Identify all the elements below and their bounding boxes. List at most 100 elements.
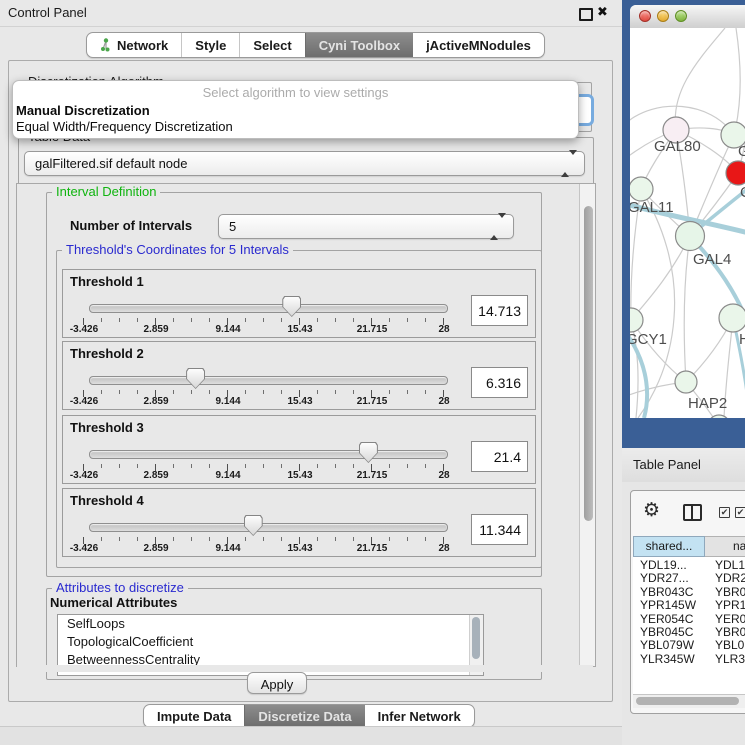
cell-name: YDL1 (715, 558, 745, 572)
network-node-label: GAL11 (630, 199, 674, 216)
tab-discretize-data[interactable]: Discretize Data (244, 705, 364, 727)
network-window-titlebar (630, 5, 745, 29)
tick-label: 9.144 (200, 324, 256, 335)
table-row[interactable]: YBR045C YBR0 (633, 625, 745, 638)
table-hscrollbar-thumb[interactable] (636, 697, 739, 705)
tab-label: jActiveMNodules (426, 38, 531, 53)
cell-shared-name: YLR345W (640, 652, 695, 666)
network-node[interactable] (719, 304, 745, 332)
network-node[interactable] (675, 371, 697, 393)
tab-infer-network[interactable]: Infer Network (365, 705, 474, 727)
network-node[interactable] (676, 222, 705, 251)
network-canvas[interactable]: GAL80GCGAL11GAL4GCY1HHAP2 (630, 28, 745, 418)
threshold-value-field[interactable]: 21.4 (471, 441, 528, 472)
float-window-icon[interactable] (579, 8, 593, 21)
cell-shared-name: YDR27... (640, 571, 689, 585)
cell-shared-name: YIL052C (640, 665, 687, 667)
slider-track[interactable] (89, 304, 448, 313)
column-header-shared[interactable]: shared... (633, 536, 705, 557)
dropdown-option-manual[interactable]: Manual Discretization (16, 103, 150, 118)
tick-label: -3.426 (56, 396, 112, 407)
column-header-name[interactable]: na (705, 536, 745, 557)
table-row[interactable]: YBR043CYBR0 (633, 585, 745, 598)
cell-shared-name: YBL079W (640, 638, 694, 652)
close-traffic-light-icon[interactable] (639, 10, 651, 22)
network-node[interactable] (630, 177, 653, 201)
tab-label: Style (195, 38, 226, 53)
table-hscrollbar[interactable] (633, 694, 745, 708)
table-row[interactable]: YER054C YER0 (633, 612, 745, 625)
gear-icon[interactable]: ⚙ (643, 499, 660, 522)
slider-thumb[interactable] (359, 442, 378, 463)
attributes-group-label: Attributes to discretize (52, 580, 188, 595)
thresholds-group-label: Threshold's Coordinates for 5 Intervals (62, 242, 293, 257)
slider-track[interactable] (89, 523, 448, 532)
slider-thumb[interactable] (282, 296, 301, 317)
tick-label: 21.715 (344, 470, 400, 481)
threshold-value-field[interactable]: 6.316 (471, 367, 528, 398)
minimize-traffic-light-icon[interactable] (657, 10, 669, 22)
zoom-traffic-light-icon[interactable] (675, 10, 687, 22)
network-edge (638, 189, 675, 418)
dropdown-option-equal-width[interactable]: Equal Width/Frequency Discretization (16, 119, 233, 134)
tab-network[interactable]: Network (87, 33, 181, 57)
numerical-attributes-label: Numerical Attributes (50, 595, 177, 610)
table-row[interactable]: YDR27...YDR2 (633, 571, 745, 584)
network-node-label: G (738, 143, 745, 160)
tick-label: 21.715 (344, 324, 400, 335)
tick-label: 2.859 (128, 324, 184, 335)
app-root: Control Panel ✖ Network Style SelectCyni T… (0, 0, 745, 745)
tick-label: 9.144 (200, 543, 256, 554)
bottom-tabs: Impute DataDiscretize DataInfer Network (143, 704, 475, 728)
slider-track[interactable] (89, 450, 448, 459)
tab-select[interactable]: Select (239, 33, 304, 57)
num-intervals-combo[interactable]: 5 (218, 214, 514, 239)
slider-thumb[interactable] (244, 515, 263, 536)
control-panel-titlebar: Control Panel ✖ (0, 0, 622, 27)
cell-name: YER0 (715, 612, 745, 626)
control-panel-tabs: Network Style SelectCyni Toolbox jActiveMNo… (86, 32, 545, 58)
tab-impute-data[interactable]: Impute Data (144, 705, 244, 727)
slider-thumb[interactable] (186, 368, 205, 389)
cell-shared-name: YER054C (640, 612, 693, 626)
table-row[interactable]: YLR345WYLR3 (633, 652, 745, 665)
threshold-label: Threshold 4 (70, 493, 144, 508)
threshold-value-field[interactable]: 11.344 (471, 514, 528, 545)
checkbox-icon[interactable]: ✔ (735, 507, 745, 518)
tick-label: 28 (416, 543, 472, 554)
tick-label: 9.144 (200, 470, 256, 481)
list-item[interactable]: SelfLoops (58, 615, 483, 633)
list-item[interactable]: TopologicalCoefficient (58, 633, 483, 651)
tab-cyni-toolbox[interactable]: Cyni Toolbox (305, 33, 413, 57)
attributes-scrollbar-thumb[interactable] (472, 617, 480, 659)
network-node[interactable] (726, 161, 745, 185)
threshold-label: Threshold 2 (70, 346, 144, 361)
table-row[interactable]: YBL079WYBL0 (633, 638, 745, 651)
network-node[interactable] (630, 308, 643, 332)
tab-jactivemnodules[interactable]: jActiveMNodules (413, 33, 544, 57)
checkbox-icon[interactable]: ✔ (719, 507, 730, 518)
tick-label: 15.43 (272, 470, 328, 481)
table-data-combo[interactable]: galFiltered.sif default node (24, 151, 585, 176)
apply-button[interactable]: Apply (247, 672, 307, 694)
interval-definition-label: Interval Definition (52, 184, 160, 199)
threshold-value-field[interactable]: 14.713 (471, 295, 528, 326)
network-node-label: H (739, 331, 745, 348)
table-row[interactable]: YIL052C YIL0 (633, 665, 745, 667)
columns-icon[interactable] (683, 504, 702, 521)
close-icon[interactable]: ✖ (597, 4, 608, 20)
cell-name: YIL0 (715, 665, 740, 667)
network-node-label: GCY1 (630, 331, 667, 348)
slider-track[interactable] (89, 376, 448, 385)
settings-scrollbar-thumb[interactable] (584, 206, 593, 521)
table-row[interactable]: YDL19...YDL1 (633, 558, 745, 571)
table-row[interactable]: YPR145WYPR1 (633, 598, 745, 611)
dropdown-hint: Select algorithm to view settings (13, 85, 578, 100)
cell-name: YBR0 (715, 625, 745, 639)
threshold-label: Threshold 1 (70, 274, 144, 289)
settings-scrollbar[interactable] (579, 184, 595, 666)
tab-style[interactable]: Style (181, 33, 239, 57)
panel-title: Control Panel (8, 5, 87, 20)
cell-shared-name: YBR045C (640, 625, 693, 639)
cell-name: YBR0 (715, 585, 745, 599)
